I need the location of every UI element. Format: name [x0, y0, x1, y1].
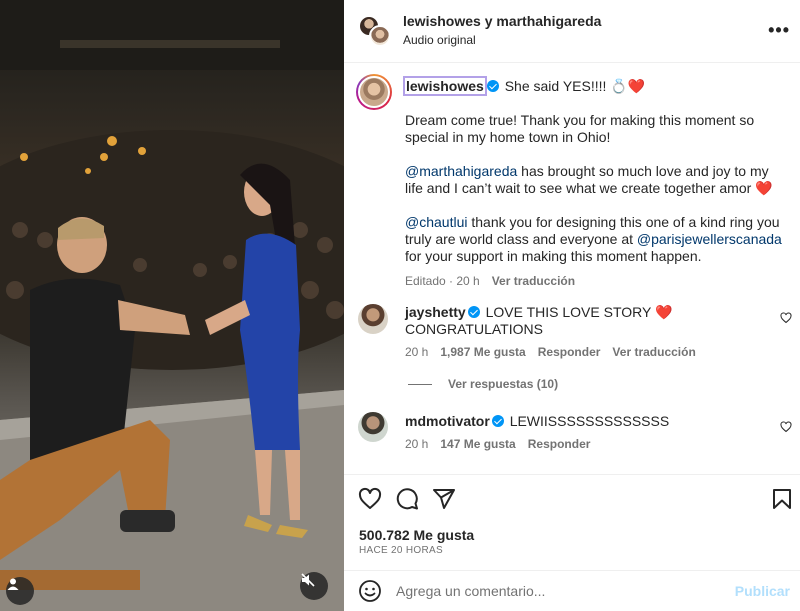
caption-paragraph: @chautlui thank you for designing this o…: [405, 214, 785, 265]
caption-paragraph: @marthahigareda has brought so much love…: [405, 163, 785, 197]
reply-button[interactable]: Responder: [538, 345, 601, 359]
verified-badge-icon: [491, 415, 504, 427]
post-media-video[interactable]: [0, 0, 344, 611]
more-options-icon[interactable]: •••: [768, 20, 790, 41]
comment-username[interactable]: jayshetty: [405, 304, 466, 320]
caption-text: for your support in making this moment h…: [405, 248, 702, 264]
muted-speaker-icon: [301, 573, 315, 587]
add-comment-bar: Publicar: [344, 570, 800, 611]
likes-count[interactable]: 500.782 Me gusta: [359, 527, 474, 543]
post-header: lewishowes y marthahigareda Audio origin…: [344, 0, 800, 63]
view-replies-label: Ver respuestas (10): [448, 377, 559, 391]
heart-emoji: ❤️: [755, 180, 773, 196]
caption-username[interactable]: lewishowes: [403, 76, 487, 96]
post-time: HACE 20 HORAS: [359, 545, 443, 556]
divider: [408, 383, 432, 385]
avatar[interactable]: [358, 412, 388, 442]
mention-link[interactable]: @marthahigareda: [405, 163, 517, 179]
heart-emoji: ❤️: [654, 304, 673, 320]
comment-text: mdmotivator LEWIISSSSSSSSSSSSS: [405, 413, 765, 430]
comment-body: LOVE THIS LOVE STORY: [485, 304, 655, 320]
emoji-icon[interactable]: [358, 579, 382, 603]
caption-paragraph: Dream come true! Thank you for making th…: [405, 112, 755, 145]
comment-time: 20 h: [405, 345, 429, 359]
edited-time: Editado · 20 h: [405, 274, 480, 288]
view-replies-button[interactable]: Ver respuestas (10): [408, 377, 558, 391]
comment-input[interactable]: [396, 580, 716, 602]
comment-meta: 20 h 1,987 Me gusta Responder Ver traduc…: [405, 345, 696, 359]
comment-icon[interactable]: [395, 487, 419, 511]
comment-meta: 20 h 147 Me gusta Responder: [405, 437, 590, 451]
user-icon: [7, 578, 19, 590]
verified-badge-icon: [486, 80, 499, 92]
publish-button[interactable]: Publicar: [735, 583, 790, 599]
mute-button[interactable]: [300, 572, 328, 600]
comment-time: 20 h: [405, 437, 429, 451]
see-translation-link[interactable]: Ver traducción: [492, 273, 575, 290]
see-translation-link[interactable]: Ver traducción: [612, 345, 695, 359]
comment-text: jayshetty LOVE THIS LOVE STORY ❤️ CONGRA…: [405, 304, 765, 338]
mention-link[interactable]: @chautlui: [405, 214, 467, 230]
proposal-scene-image: [0, 0, 344, 611]
comment-likes[interactable]: 147 Me gusta: [440, 437, 515, 451]
heart-outline-icon[interactable]: [358, 487, 382, 511]
post-actions: 500.782 Me gusta HACE 20 HORAS: [344, 474, 800, 570]
collab-avatars[interactable]: [358, 15, 394, 49]
comments-section: lewishowes She said YES!!!! 💍❤️ Dream co…: [344, 64, 800, 474]
comment-username[interactable]: mdmotivator: [405, 413, 490, 429]
comment-likes[interactable]: 1,987 Me gusta: [440, 345, 525, 359]
post-details-panel: lewishowes y marthahigareda Audio origin…: [344, 0, 800, 611]
caption-avatar[interactable]: [356, 74, 392, 110]
share-icon[interactable]: [432, 487, 456, 511]
comment-body: CONGRATULATIONS: [405, 321, 543, 337]
comment-body: LEWIISSSSSSSSSSSSS: [509, 413, 670, 429]
heart-outline-icon[interactable]: [780, 421, 792, 433]
verified-badge-icon: [467, 306, 480, 318]
bookmark-icon[interactable]: [770, 487, 794, 511]
caption-meta: Editado · 20 h Ver traducción: [405, 273, 785, 290]
audio-link[interactable]: Audio original: [403, 33, 476, 47]
caption-first-line: She said YES!!!! 💍: [504, 78, 628, 94]
heart-emoji: ❤️: [627, 78, 646, 94]
heart-outline-icon[interactable]: [780, 312, 792, 324]
author-names[interactable]: lewishowes y marthahigareda: [403, 13, 601, 29]
post-caption: lewishowes She said YES!!!! 💍❤️ Dream co…: [403, 76, 785, 290]
avatar[interactable]: [358, 304, 388, 334]
avatar: [369, 25, 391, 47]
tagged-users-button[interactable]: [6, 577, 34, 605]
mention-link[interactable]: @parisjewellerscanada: [637, 231, 782, 247]
reply-button[interactable]: Responder: [528, 437, 591, 451]
